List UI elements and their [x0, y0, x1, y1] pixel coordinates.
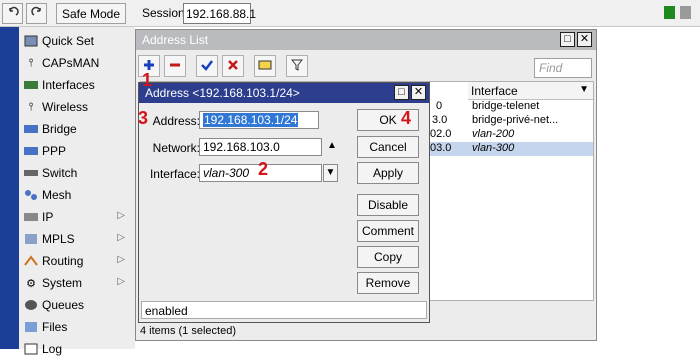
annotation-3: 3	[138, 108, 149, 128]
network-label: Network:	[152, 141, 200, 155]
queues-icon	[23, 298, 39, 312]
disable-button[interactable]: Disable	[357, 194, 419, 216]
address-dialog: Address <192.168.103.1/24> □ ✕ Address: …	[138, 82, 430, 323]
minus-icon	[169, 59, 181, 74]
sidebar-item-log[interactable]: Log	[19, 338, 135, 360]
sidebar-item-capsman[interactable]: ⫯ CAPsMAN	[19, 52, 135, 74]
session-field[interactable]: 192.168.88.1	[183, 3, 256, 24]
address-field[interactable]: 192.168.103.1/24	[199, 111, 319, 129]
submenu-arrow-icon: ▷	[117, 210, 125, 221]
switch-icon	[23, 166, 39, 180]
column-header-interface[interactable]: Interface ▼	[468, 82, 593, 100]
log-icon	[23, 342, 39, 356]
submenu-arrow-icon: ▷	[117, 276, 125, 287]
annotation-1: 1	[142, 70, 153, 90]
ip-icon	[23, 210, 39, 224]
quick-set-icon	[23, 34, 39, 48]
bridge-icon	[23, 122, 39, 136]
sidebar-item-routing[interactable]: Routing ▷	[19, 250, 135, 272]
session-label: Session:	[142, 6, 189, 20]
status-indicator-green	[664, 6, 675, 19]
safe-mode-button[interactable]: Safe Mode	[56, 3, 126, 24]
checkmark-icon	[201, 59, 213, 74]
annotation-2: 2	[258, 159, 269, 179]
annotation-4: 4	[401, 108, 412, 128]
enable-button[interactable]	[196, 55, 218, 77]
sidebar-item-system[interactable]: ⚙ System ▷	[19, 272, 135, 294]
sidebar-item-interfaces[interactable]: Interfaces	[19, 74, 135, 96]
filter-button[interactable]	[286, 55, 308, 77]
apply-button[interactable]: Apply	[357, 162, 419, 184]
submenu-arrow-icon: ▷	[117, 254, 125, 265]
sidebar-item-ip[interactable]: IP ▷	[19, 206, 135, 228]
column-dropdown-icon[interactable]: ▼	[579, 84, 589, 95]
find-input[interactable]: Find	[534, 58, 592, 78]
interface-label: Interface:	[149, 167, 200, 181]
network-field[interactable]: 192.168.103.0	[199, 138, 322, 156]
undo-button[interactable]	[2, 3, 23, 24]
disable-button[interactable]	[222, 55, 244, 77]
remove-button[interactable]: Remove	[357, 272, 419, 294]
copy-button[interactable]: Copy	[357, 246, 419, 268]
collapse-up-icon[interactable]: ▲	[327, 140, 337, 151]
comment-icon	[258, 59, 272, 74]
routing-icon	[23, 254, 39, 268]
files-icon	[23, 320, 39, 334]
sidebar-item-files[interactable]: Files	[19, 316, 135, 338]
sidebar-item-quick-set[interactable]: Quick Set	[19, 30, 135, 52]
capsman-icon: ⫯	[28, 56, 34, 69]
system-icon: ⚙	[26, 277, 36, 290]
dialog-maximize-icon[interactable]: □	[394, 85, 409, 100]
redo-icon	[30, 6, 43, 21]
mpls-icon	[23, 232, 39, 246]
top-toolbar: Safe Mode Session: 192.168.88.1	[0, 0, 700, 27]
address-dialog-title: Address <192.168.103.1/24> □ ✕	[139, 83, 429, 103]
address-list-toolbar	[136, 50, 596, 84]
comment-button[interactable]	[254, 55, 276, 77]
close-icon[interactable]: ✕	[577, 32, 592, 47]
redo-button[interactable]	[26, 3, 47, 24]
filter-icon	[290, 59, 304, 74]
ppp-icon	[23, 144, 39, 158]
maximize-icon[interactable]: □	[560, 32, 575, 47]
sidebar: Quick Set ⫯ CAPsMAN Interfaces ⫯ Wireles…	[19, 27, 135, 356]
sidebar-item-wireless[interactable]: ⫯ Wireless	[19, 96, 135, 118]
comment-button[interactable]: Comment	[357, 220, 419, 242]
dialog-status: enabled	[141, 301, 427, 319]
status-indicator-gray	[680, 6, 691, 19]
sidebar-item-switch[interactable]: Switch	[19, 162, 135, 184]
address-list-title: Address List □ ✕	[136, 30, 596, 50]
sidebar-item-ppp[interactable]: PPP	[19, 140, 135, 162]
remove-button[interactable]	[164, 55, 186, 77]
cross-icon	[227, 59, 239, 74]
sidebar-brand-strip	[0, 27, 19, 349]
address-label: Address:	[152, 114, 200, 128]
interface-dropdown-icon[interactable]: ▼	[323, 164, 338, 182]
sidebar-item-mesh[interactable]: Mesh	[19, 184, 135, 206]
dialog-close-icon[interactable]: ✕	[411, 85, 426, 100]
address-list-status: 4 items (1 selected)	[140, 325, 236, 337]
sidebar-item-bridge[interactable]: Bridge	[19, 118, 135, 140]
undo-icon	[7, 6, 19, 21]
wireless-icon: ⫯	[28, 100, 34, 113]
interfaces-icon	[23, 78, 39, 92]
mesh-icon	[23, 188, 39, 202]
submenu-arrow-icon: ▷	[117, 232, 125, 243]
sidebar-item-mpls[interactable]: MPLS ▷	[19, 228, 135, 250]
cancel-button[interactable]: Cancel	[357, 136, 419, 158]
sidebar-item-queues[interactable]: Queues	[19, 294, 135, 316]
